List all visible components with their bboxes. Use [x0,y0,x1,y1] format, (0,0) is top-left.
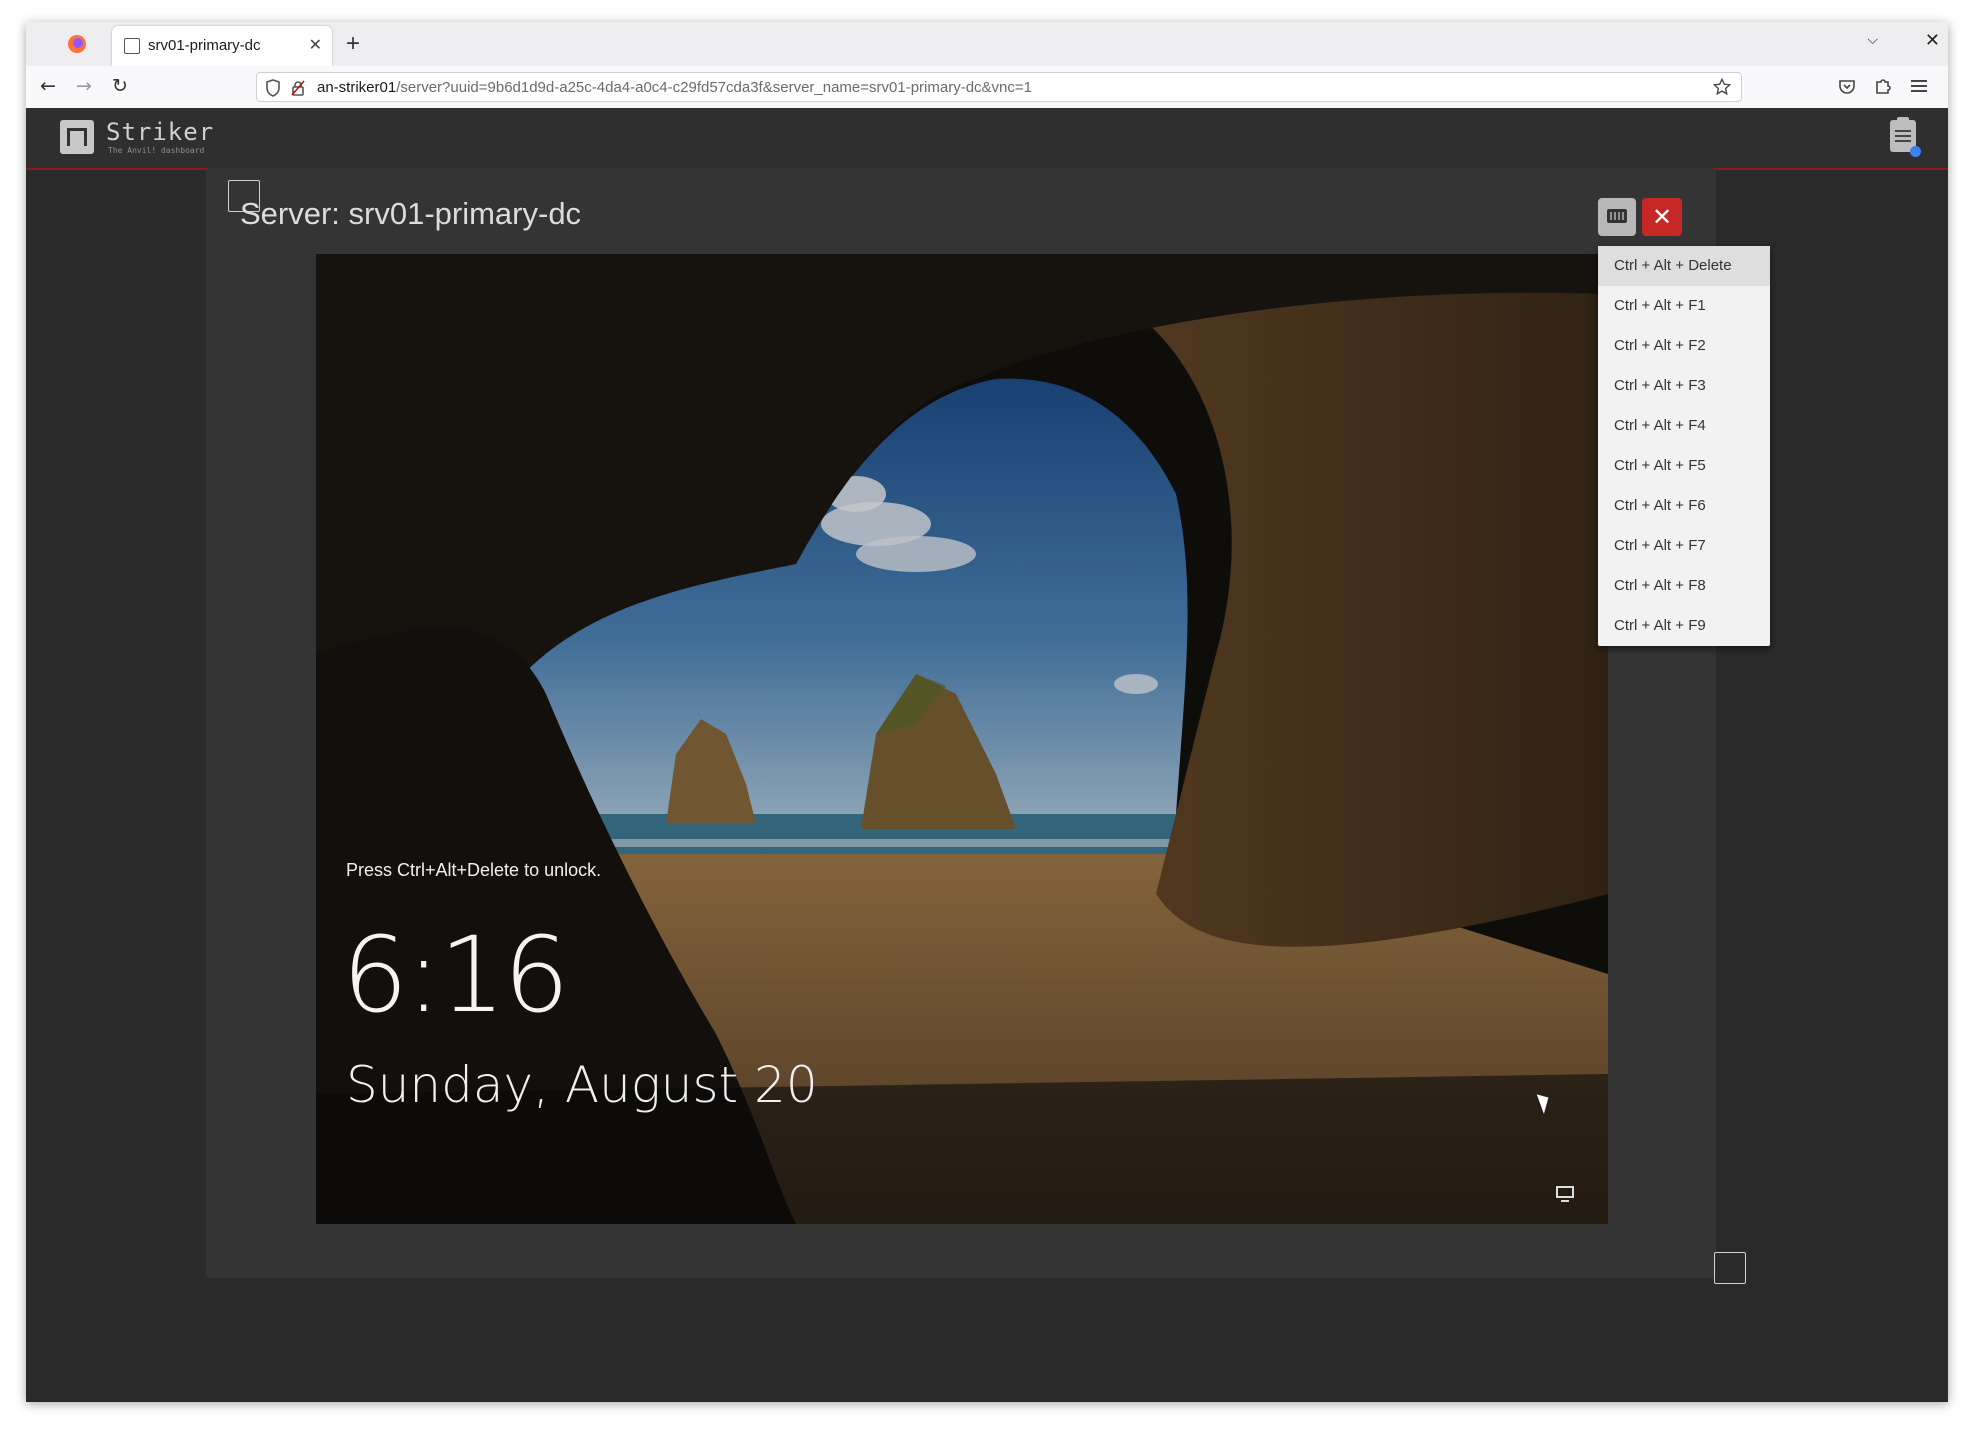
extensions-puzzle-icon[interactable] [1874,77,1892,95]
brand-name: Striker [106,118,215,146]
firefox-icon[interactable] [66,33,88,55]
tab-srv01-primary-dc[interactable]: srv01-primary-dc ✕ [112,26,332,66]
menu-item-ctrl-alt-f2[interactable]: Ctrl + Alt + F2 [1598,326,1770,366]
keyboard-icon [1607,209,1627,223]
url-host: an-striker01 [317,79,397,96]
forward-arrow-icon[interactable]: → [76,75,92,97]
tab-close-icon[interactable]: ✕ [309,35,322,55]
window-close-icon[interactable]: ✕ [1925,30,1940,51]
menu-item-ctrl-alt-f9[interactable]: Ctrl + Alt + F9 [1598,606,1770,646]
tab-title: srv01-primary-dc [148,37,261,54]
menu-item-ctrl-alt-f6[interactable]: Ctrl + Alt + F6 [1598,486,1770,526]
menu-item-ctrl-alt-f4[interactable]: Ctrl + Alt + F4 [1598,406,1770,446]
vnc-screen[interactable]: Press Ctrl+Alt+Delete to unlock. 6:16 Su… [316,254,1608,1224]
tracking-shield-icon[interactable] [265,79,281,97]
lockscreen-date: Sunday, August 20 [346,1056,818,1114]
bookmark-star-icon[interactable] [1713,78,1731,96]
key-combination-menu: Ctrl + Alt + Delete Ctrl + Alt + F1 Ctrl… [1598,246,1770,646]
striker-favicon-icon [124,38,140,54]
unlock-prompt: Press Ctrl+Alt+Delete to unlock. [346,860,602,880]
menu-item-ctrl-alt-f5[interactable]: Ctrl + Alt + F5 [1598,446,1770,486]
navigation-bar: ← → ↻ an-striker01/server?uuid=9b6d1d9d-… [26,66,1948,109]
network-icon[interactable] [1556,1186,1574,1202]
url-text: an-striker01/server?uuid=9b6d1d9d-a25c-4… [317,79,1032,96]
new-tab-button[interactable]: + [346,30,360,58]
lockscreen-time: 6:16 [342,914,570,1036]
striker-header: Striker The Anvil! dashboard [26,108,1948,170]
menu-item-ctrl-alt-f1[interactable]: Ctrl + Alt + F1 [1598,286,1770,326]
back-arrow-icon[interactable]: ← [40,75,56,97]
reload-icon[interactable]: ↻ [112,75,128,97]
bottom-right-corner-handle[interactable] [1714,1252,1746,1284]
notification-dot [1910,146,1921,157]
close-vnc-button[interactable]: ✕ [1642,198,1682,236]
server-title: Server: srv01-primary-dc [240,196,582,231]
striker-logo-icon[interactable] [60,120,94,154]
tab-strip: srv01-primary-dc ✕ + ⌵ ✕ [26,22,1948,67]
address-bar[interactable]: an-striker01/server?uuid=9b6d1d9d-a25c-4… [256,72,1742,102]
menu-item-ctrl-alt-f8[interactable]: Ctrl + Alt + F8 [1598,566,1770,606]
url-path: /server?uuid=9b6d1d9d-a25c-4da4-a0c4-c29… [396,79,1032,96]
menu-item-ctrl-alt-f3[interactable]: Ctrl + Alt + F3 [1598,366,1770,406]
hamburger-menu-icon[interactable] [1910,78,1928,94]
menu-item-ctrl-alt-f7[interactable]: Ctrl + Alt + F7 [1598,526,1770,566]
brand-tagline: The Anvil! dashboard [108,146,205,155]
keyboard-button[interactable] [1598,198,1636,236]
pocket-icon[interactable] [1838,78,1856,96]
menu-item-ctrl-alt-delete[interactable]: Ctrl + Alt + Delete [1598,246,1770,286]
clipboard-icon[interactable] [1890,117,1921,157]
lock-icon[interactable] [291,80,305,96]
list-tabs-chevron-down-icon[interactable]: ⌵ [1867,32,1878,48]
